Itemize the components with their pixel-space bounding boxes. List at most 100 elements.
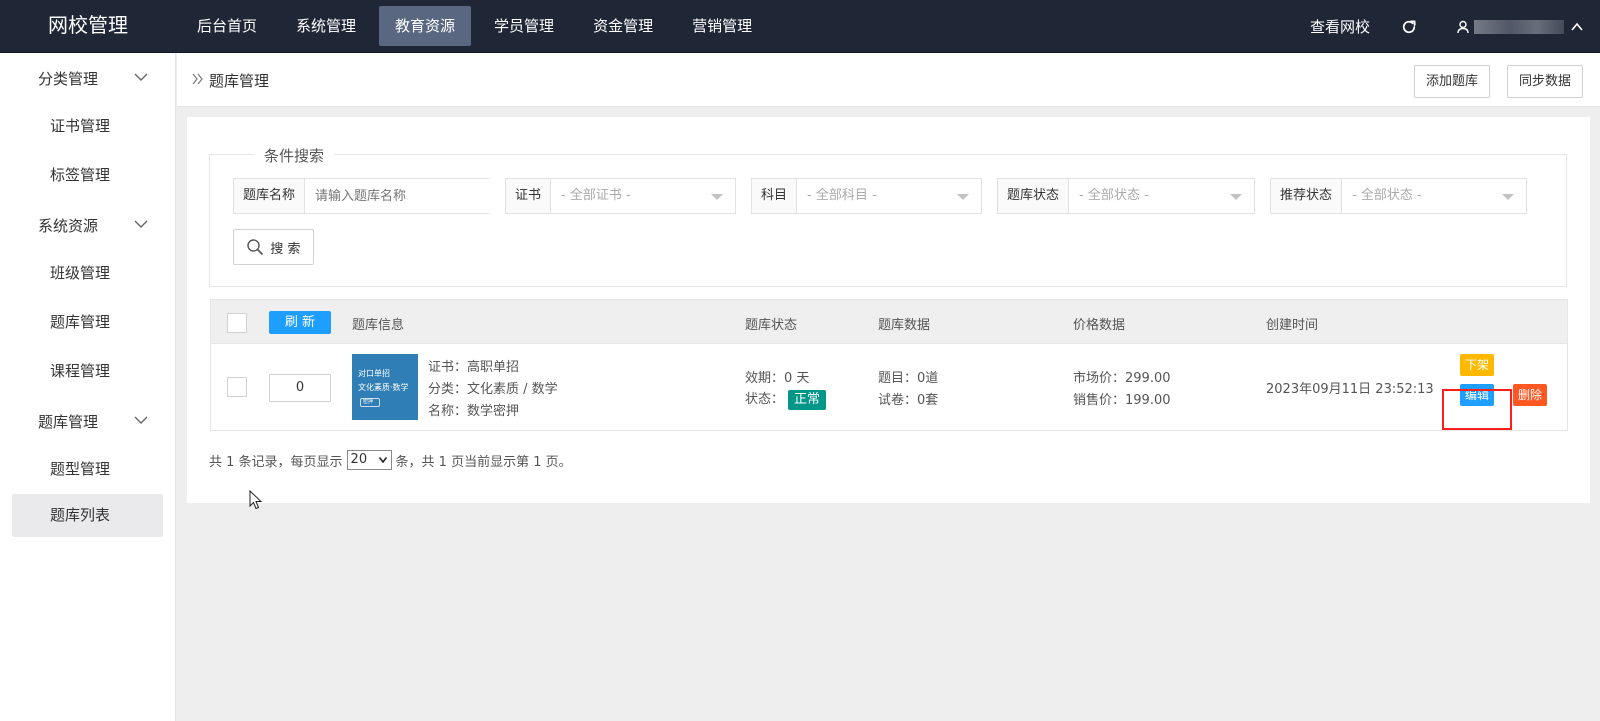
subject-filter[interactable]: 科目 - 全部科目 - [751, 178, 982, 214]
refresh-icon[interactable] [1400, 18, 1418, 36]
main-header: 题库管理 添加题库 同步数据 [177, 53, 1600, 107]
row-category: 分类：文化素质 / 数学 [428, 382, 558, 397]
column-header-info: 题库信息 [352, 318, 405, 333]
sidebar-item-certificates[interactable]: 证书管理 [0, 102, 175, 151]
sidebar-item-courses[interactable]: 课程管理 [0, 347, 175, 396]
view-site-link[interactable]: 查看网校 [1310, 16, 1370, 37]
subject-select[interactable]: - 全部科目 - [797, 179, 981, 213]
app-logo-title[interactable]: 网校管理 [0, 0, 176, 53]
search-icon [247, 239, 264, 255]
sidebar-item-question-banks[interactable]: 题库管理 [0, 298, 175, 347]
chevron-down-icon [134, 220, 148, 228]
search-fieldset [209, 154, 1567, 287]
user-icon [1457, 20, 1469, 33]
search-button[interactable]: 搜 索 [233, 229, 314, 265]
breadcrumb: 题库管理 [209, 72, 270, 90]
sidebar-group-label: 系统资源 [38, 217, 99, 235]
row-status-prefix: 状态： [745, 392, 785, 407]
bank-name-label: 题库名称 [234, 179, 306, 213]
subject-label: 科目 [752, 179, 798, 213]
top-bar: 网校管理 后台首页 系统管理 教育资源 学员管理 资金管理 营销管理 查看网校 [0, 0, 1600, 53]
row-market-price: 市场价：299.00 [1073, 371, 1171, 386]
refresh-button[interactable]: 刷 新 [269, 311, 331, 334]
sync-data-button[interactable]: 同步数据 [1507, 65, 1584, 98]
edit-button[interactable]: 编辑 [1460, 384, 1495, 406]
subject-select-value: - 全部科目 - [807, 188, 877, 203]
recommend-status-select-value: - 全部状态 - [1352, 188, 1422, 203]
row-status: 状态： 正常 [745, 388, 827, 410]
top-right-area: 查看网校 [1310, 0, 1600, 53]
sidebar-group-question-bank[interactable]: 题库管理 [0, 396, 175, 445]
select-all-checkbox[interactable] [227, 313, 247, 333]
user-menu[interactable] [1456, 19, 1584, 34]
sort-order-input[interactable]: 0 [269, 374, 331, 402]
row-paper-count: 试卷：0套 [878, 393, 939, 408]
cover-text-line: 文化素质·数学 [358, 383, 409, 392]
table-header: 刷 新 题库信息 题库状态 题库数据 价格数据 创建时间 [210, 299, 1568, 344]
offshelf-button[interactable]: 下架 [1460, 354, 1495, 376]
dropdown-arrow-icon [957, 194, 969, 200]
page-size-value: 20 [350, 452, 368, 467]
bank-status-select-value: - 全部状态 - [1079, 188, 1149, 203]
pager-suffix: 条，共 1 页当前显示第 1 页。 [395, 454, 572, 470]
topnav-education[interactable]: 教育资源 [379, 6, 472, 46]
bank-name-input[interactable] [305, 179, 496, 213]
delete-button[interactable]: 删除 [1513, 384, 1548, 406]
sidebar-item-bank-list[interactable]: 题库列表 [12, 494, 163, 537]
topnav-students[interactable]: 学员管理 [478, 6, 570, 46]
chevron-down-icon [378, 457, 387, 463]
topnav-home[interactable]: 后台首页 [181, 6, 273, 46]
top-nav: 后台首页 系统管理 教育资源 学员管理 资金管理 营销管理 [181, 6, 775, 46]
recommend-status-select[interactable]: - 全部状态 - [1342, 179, 1526, 213]
user-name-blurred [1474, 19, 1564, 34]
topnav-marketing[interactable]: 营销管理 [676, 6, 768, 46]
sidebar-group-label: 分类管理 [38, 70, 99, 88]
dropdown-arrow-icon [711, 194, 723, 200]
search-button-label: 搜 索 [270, 241, 301, 257]
double-chevron-right-icon [192, 73, 203, 85]
certificate-filter[interactable]: 证书 - 全部证书 - [505, 178, 736, 214]
table-row: 0 对口单招 文化素质·数学 密押 证书：高职单招 分类：文化素质 / 数学 名… [210, 344, 1568, 431]
bank-status-label: 题库状态 [998, 179, 1070, 213]
chevron-down-icon [134, 416, 148, 424]
bank-status-filter[interactable]: 题库状态 - 全部状态 - [997, 178, 1255, 214]
recommend-status-label: 推荐状态 [1271, 179, 1343, 213]
column-header-created: 创建时间 [1266, 318, 1319, 333]
dropdown-arrow-icon [1502, 194, 1514, 200]
column-header-price: 价格数据 [1073, 318, 1126, 333]
bank-status-select[interactable]: - 全部状态 - [1069, 179, 1254, 213]
pagination: 共 1 条记录，每页显示 20 条，共 1 页当前显示第 1 页。 [209, 450, 572, 470]
certificate-select[interactable]: - 全部证书 - [551, 179, 735, 213]
certificate-select-value: - 全部证书 - [561, 188, 631, 203]
row-question-count: 题目：0道 [878, 371, 939, 386]
status-badge: 正常 [788, 390, 827, 410]
cover-text-line: 对口单招 [358, 369, 390, 378]
search-legend: 条件搜索 [254, 145, 335, 166]
column-header-status: 题库状态 [745, 318, 798, 333]
mouse-cursor-icon [249, 490, 263, 510]
bank-cover-image[interactable]: 对口单招 文化素质·数学 密押 [352, 354, 418, 420]
recommend-status-filter[interactable]: 推荐状态 - 全部状态 - [1270, 178, 1527, 214]
row-validity: 效期：0 天 [745, 371, 810, 386]
sidebar-item-classes[interactable]: 班级管理 [0, 249, 175, 298]
add-bank-button[interactable]: 添加题库 [1414, 65, 1491, 98]
topnav-system[interactable]: 系统管理 [280, 6, 372, 46]
sidebar-item-tags[interactable]: 标签管理 [0, 151, 175, 200]
row-sale-price: 销售价：199.00 [1073, 393, 1171, 408]
sidebar-group-label: 题库管理 [38, 413, 99, 431]
sidebar: 分类管理 证书管理 标签管理 系统资源 班级管理 题库管理 课程管理 题库管理 … [0, 53, 176, 721]
sidebar-item-question-types[interactable]: 题型管理 [0, 445, 175, 494]
topnav-finance[interactable]: 资金管理 [577, 6, 669, 46]
sidebar-group-category[interactable]: 分类管理 [0, 53, 175, 102]
cover-text-line: 密押 [363, 399, 374, 405]
page-size-select[interactable]: 20 [346, 450, 392, 470]
row-checkbox[interactable] [227, 377, 247, 397]
sidebar-group-system-resources[interactable]: 系统资源 [0, 200, 175, 249]
row-created-time: 2023年09月11日 23:52:13 [1266, 382, 1434, 397]
row-name: 名称：数学密押 [428, 404, 520, 419]
row-certificate: 证书：高职单招 [428, 360, 520, 375]
pager-prefix: 共 1 条记录，每页显示 [209, 454, 343, 470]
dropdown-arrow-icon [1230, 194, 1242, 200]
chevron-up-icon [1571, 22, 1583, 31]
certificate-label: 证书 [506, 179, 552, 213]
